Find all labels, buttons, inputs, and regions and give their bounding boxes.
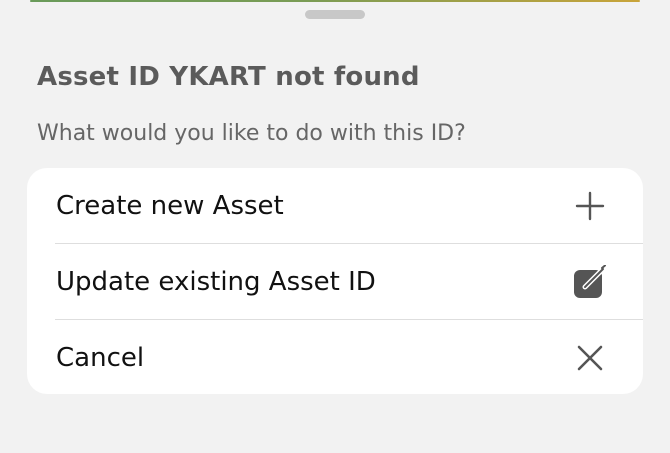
dialog-title: Asset ID YKART not found [37, 62, 420, 92]
cancel-button[interactable]: Cancel [27, 320, 643, 394]
top-edge-accent [30, 0, 640, 2]
update-existing-asset-button[interactable]: Update existing Asset ID [27, 244, 643, 319]
plus-icon [575, 191, 605, 220]
dialog-subtitle: What would you like to do with this ID? [37, 121, 466, 146]
close-icon [577, 345, 603, 370]
action-menu: Create new Asset Update existing Asset I… [27, 168, 643, 394]
update-existing-asset-label: Update existing Asset ID [56, 266, 376, 297]
sheet-grabber[interactable] [305, 10, 365, 19]
top-edge [0, 0, 670, 3]
cancel-label: Cancel [56, 342, 145, 373]
edit-square-icon [574, 264, 606, 298]
create-new-asset-button[interactable]: Create new Asset [27, 168, 643, 243]
create-new-asset-label: Create new Asset [56, 190, 284, 221]
